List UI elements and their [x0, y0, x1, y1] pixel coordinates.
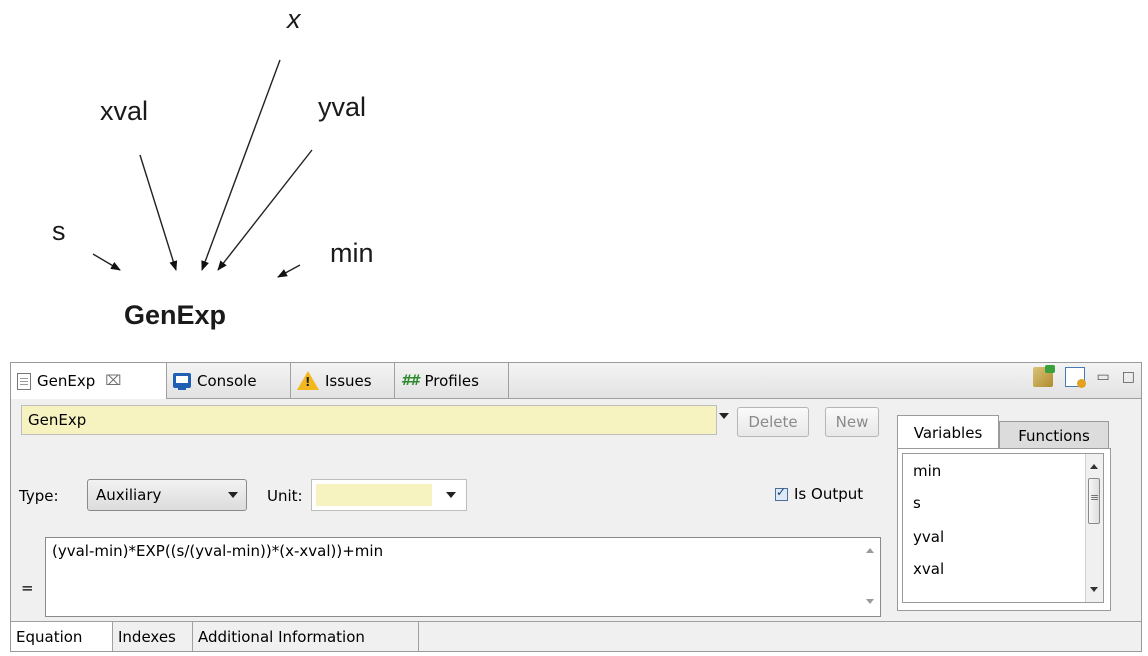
tab-indexes[interactable]: Indexes [113, 622, 193, 651]
equation-editor-panel: GenExp ⌧ Console Issues ## Profiles ▭ □ … [10, 362, 1142, 652]
chevron-down-icon[interactable] [719, 413, 729, 419]
scroll-up-icon[interactable] [866, 548, 874, 553]
bottom-tab-bar: Equation Indexes Additional Information [11, 621, 1141, 651]
tab-label: Profiles [424, 371, 479, 390]
document-icon [17, 372, 31, 390]
tab-label: GenExp [37, 372, 96, 390]
export-icon[interactable] [1032, 365, 1055, 387]
arrow-min [277, 264, 301, 278]
unit-label: Unit: [267, 487, 303, 505]
tab-issues[interactable]: Issues [291, 363, 395, 398]
list-item[interactable]: xval [913, 560, 944, 578]
close-icon[interactable]: ⌧ [105, 373, 121, 389]
is-output-label: Is Output [794, 485, 864, 503]
node-genexp[interactable]: GenExp [124, 300, 226, 331]
scroll-down-icon[interactable] [1090, 587, 1098, 592]
tab-genexp[interactable]: GenExp ⌧ [11, 363, 167, 399]
unit-value [316, 484, 432, 506]
chevron-down-icon [446, 492, 456, 498]
dependency-diagram: x xval yval s min GenExp [0, 0, 1148, 350]
minimize-button[interactable]: ▭ [1097, 369, 1110, 385]
is-output-toggle[interactable]: Is Output [775, 485, 863, 503]
equation-text: (yval-min)*EXP((s/(yval-min))*(x-xval))+… [52, 542, 384, 560]
unit-select[interactable] [311, 479, 467, 511]
variable-name-field[interactable]: GenExp [21, 405, 717, 435]
tab-console[interactable]: Console [167, 363, 291, 398]
tab-variables[interactable]: Variables [897, 415, 999, 449]
type-select[interactable]: Auxiliary [87, 479, 247, 511]
tab-label: Console [197, 371, 257, 390]
equals-sign: = [21, 579, 34, 597]
arrow-yval [217, 149, 313, 271]
is-output-checkbox[interactable] [775, 485, 788, 501]
equation-scrollbar[interactable] [862, 540, 878, 614]
tab-label: Issues [325, 371, 372, 390]
node-xval[interactable]: xval [100, 96, 148, 127]
chevron-down-icon [228, 492, 238, 498]
variables-panel: Variables Functions min s yval xval [897, 415, 1131, 615]
warning-icon [297, 371, 319, 390]
arrow-xval [139, 154, 178, 271]
list-item[interactable]: s [913, 494, 921, 512]
node-yval[interactable]: yval [318, 92, 366, 123]
dependency-arrows [92, 59, 313, 278]
node-s[interactable]: s [52, 216, 66, 247]
tab-functions[interactable]: Functions [999, 421, 1109, 449]
list-item[interactable]: min [913, 462, 941, 480]
scroll-thumb[interactable] [1088, 478, 1100, 524]
list-item[interactable]: yval [913, 528, 944, 546]
delete-button[interactable]: Delete [737, 407, 809, 437]
sheet-settings-icon[interactable] [1064, 367, 1086, 388]
arrow-x [201, 59, 281, 271]
arrow-s [92, 253, 121, 271]
tab-profiles[interactable]: ## Profiles [395, 363, 509, 398]
new-button[interactable]: New [825, 407, 879, 437]
maximize-button[interactable]: □ [1122, 369, 1135, 385]
variables-body: min s yval xval [897, 448, 1111, 611]
type-value: Auxiliary [96, 486, 162, 504]
hash-icon: ## [401, 372, 420, 389]
variables-list[interactable]: min s yval xval [902, 453, 1104, 603]
variable-editor: GenExp Delete New Type: Auxiliary Unit: … [15, 403, 887, 617]
variables-scrollbar[interactable] [1085, 454, 1103, 602]
view-toolbar: ▭ □ [1032, 365, 1135, 388]
tab-additional-information[interactable]: Additional Information [193, 622, 419, 651]
scroll-up-icon[interactable] [1090, 464, 1098, 469]
node-min[interactable]: min [330, 238, 374, 269]
console-icon [173, 373, 191, 390]
node-x[interactable]: x [287, 4, 301, 35]
view-tab-bar: GenExp ⌧ Console Issues ## Profiles ▭ □ [11, 363, 1141, 399]
equation-input[interactable]: (yval-min)*EXP((s/(yval-min))*(x-xval))+… [45, 537, 881, 617]
type-label: Type: [19, 487, 59, 505]
scroll-down-icon[interactable] [866, 599, 874, 604]
tab-equation[interactable]: Equation [11, 622, 113, 651]
